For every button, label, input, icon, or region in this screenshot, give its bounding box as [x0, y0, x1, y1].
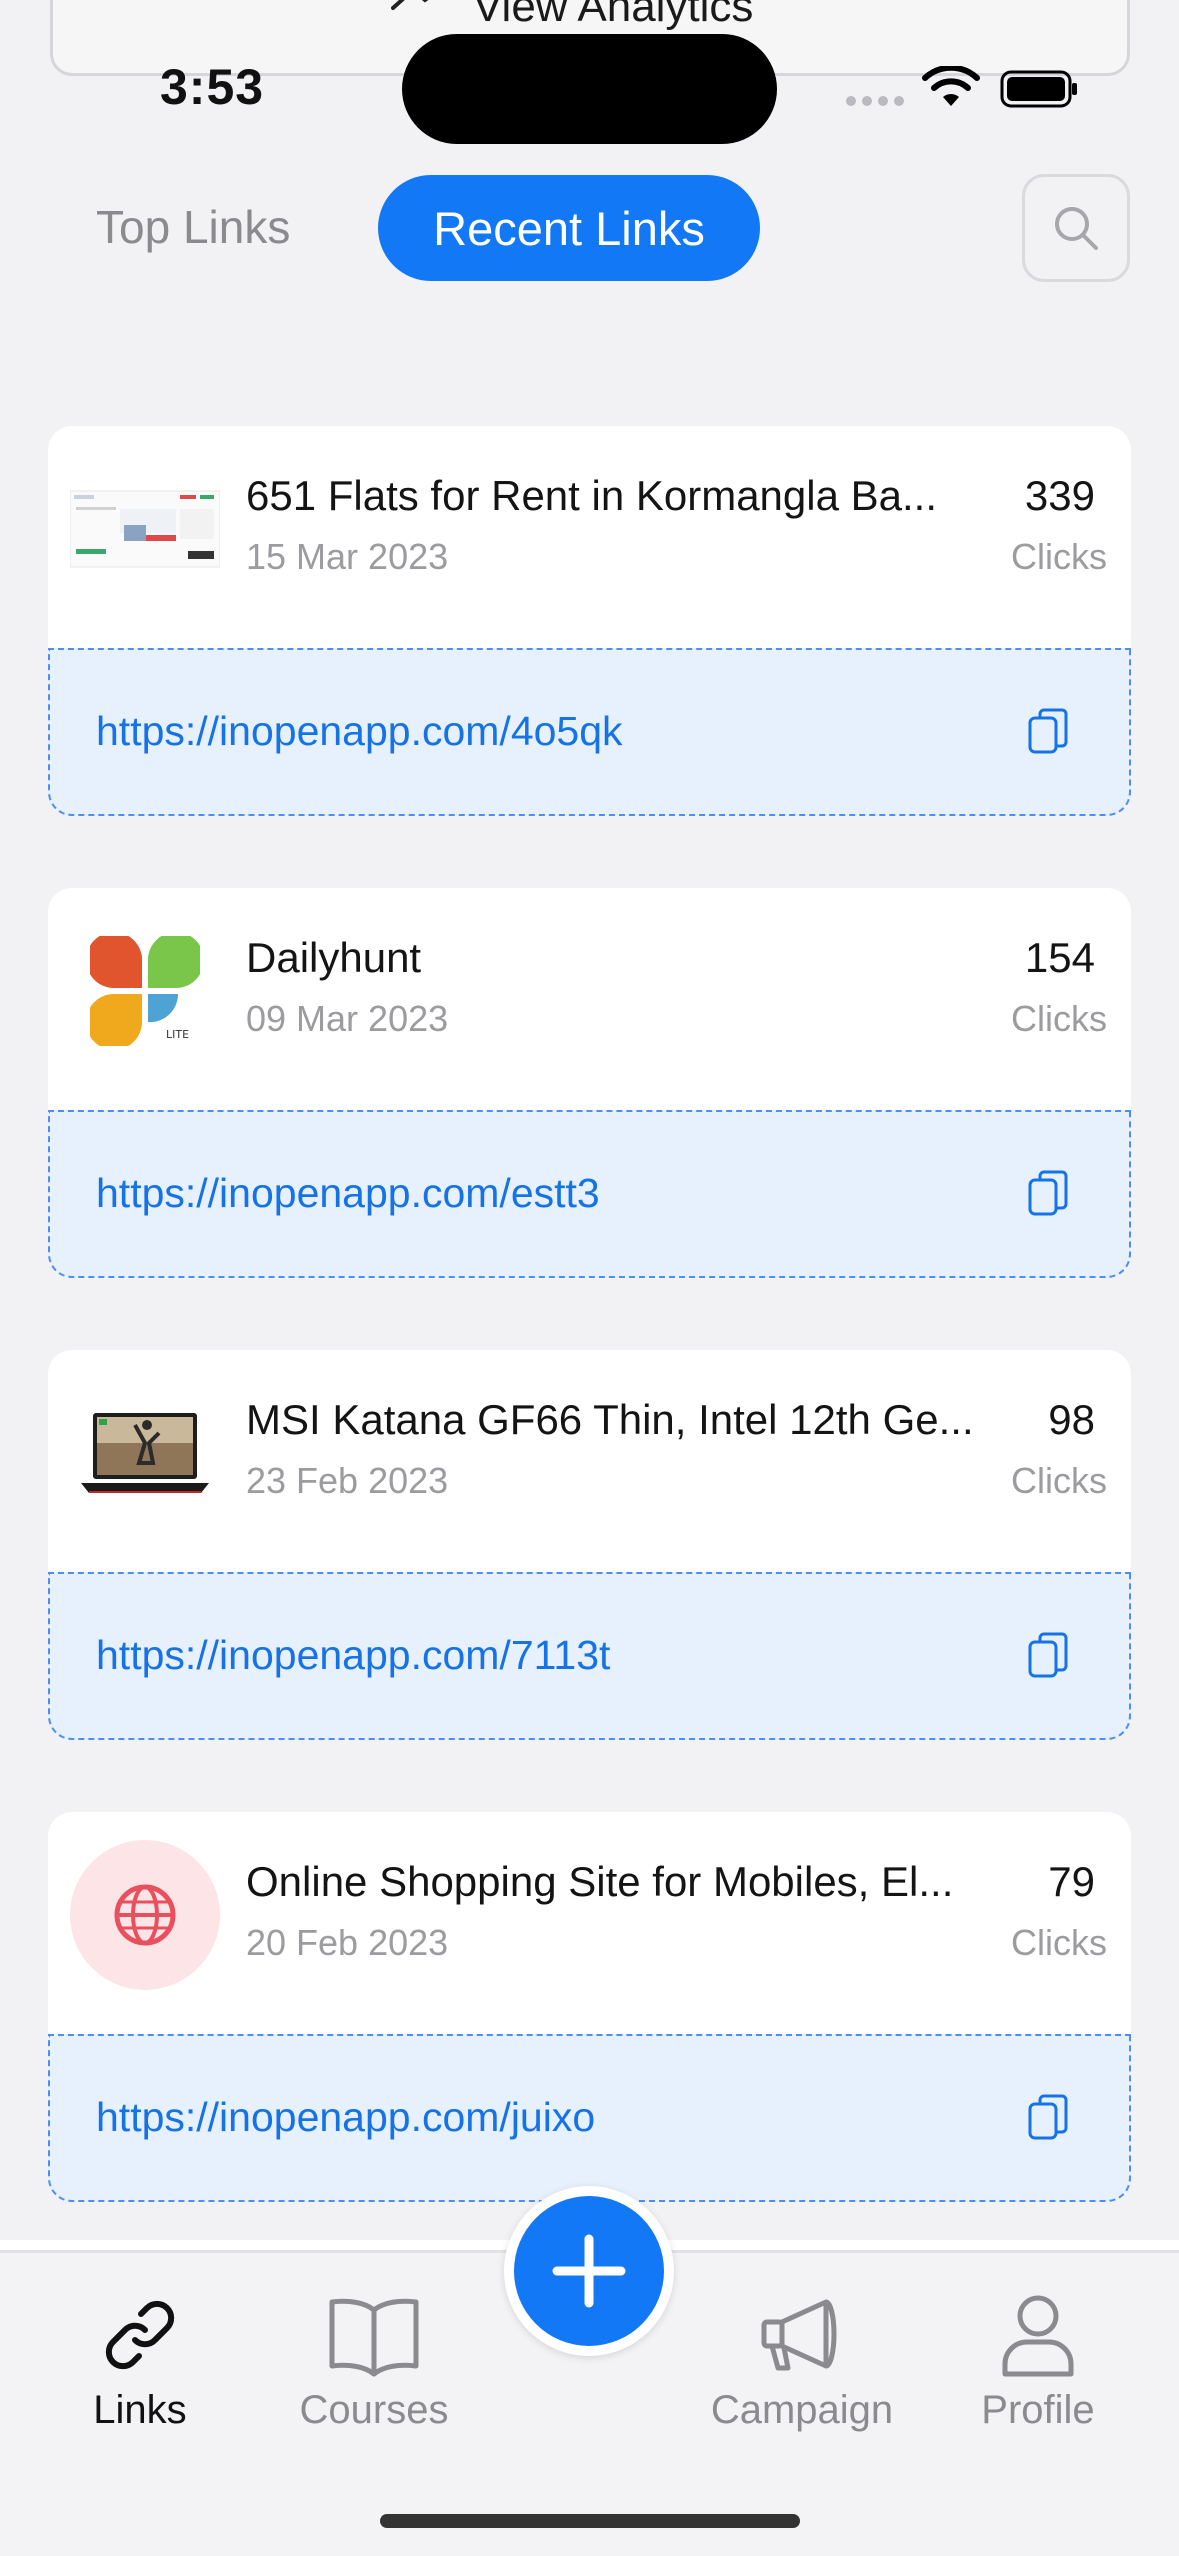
home-indicator[interactable]	[380, 2514, 800, 2528]
nav-links[interactable]: Links	[30, 2290, 250, 2433]
clicks-label: Clicks	[1011, 1922, 1107, 1963]
search-button[interactable]	[1022, 174, 1130, 282]
link-card[interactable]: 651 Flats for Rent in Kormangla Ba... 15…	[48, 426, 1131, 816]
short-link-box[interactable]: https://inopenapp.com/juixo	[48, 2034, 1131, 2202]
link-title: Online Shopping Site for Mobiles, El...	[246, 1858, 954, 1905]
link-date: 09 Mar 2023	[246, 998, 449, 1039]
view-analytics-label: View Analytics	[473, 0, 754, 31]
link-date: 15 Mar 2023	[246, 536, 449, 577]
add-link-button[interactable]	[504, 2186, 674, 2356]
screen: View Analytics 3:53 Top Links Recent Lin…	[0, 0, 1179, 2556]
tab-recent-links[interactable]: Recent Links	[378, 175, 760, 281]
link-title: Dailyhunt	[246, 934, 422, 981]
link-date: 23 Feb 2023	[246, 1460, 449, 1501]
click-count: 79	[1048, 1858, 1095, 1905]
dynamic-island	[402, 34, 777, 144]
clicks-label: Clicks	[1011, 998, 1107, 1039]
copy-icon[interactable]	[1027, 1170, 1071, 1220]
short-link-box[interactable]: https://inopenapp.com/4o5qk	[48, 648, 1131, 816]
click-count: 154	[1024, 934, 1095, 981]
nav-profile[interactable]: Profile	[928, 2290, 1148, 2433]
signal-icon	[846, 96, 906, 106]
click-count: 98	[1048, 1396, 1095, 1443]
nav-label-campaign: Campaign	[710, 2388, 894, 2432]
trend-icon	[391, 0, 429, 10]
battery-icon	[1000, 70, 1077, 108]
short-url[interactable]: https://inopenapp.com/4o5qk	[96, 708, 623, 755]
megaphone-icon	[761, 2299, 837, 2371]
copy-icon[interactable]	[1027, 1632, 1071, 1682]
link-date: 20 Feb 2023	[246, 1922, 449, 1963]
short-link-box[interactable]: https://inopenapp.com/7113t	[48, 1572, 1131, 1740]
link-card[interactable]: MSI Katana GF66 Thin, Intel 12th Ge... 2…	[48, 1350, 1131, 1740]
laptop-thumbnail	[70, 1378, 220, 1528]
link-card[interactable]: Online Shopping Site for Mobiles, El... …	[48, 1812, 1131, 2202]
clicks-label: Clicks	[1011, 1460, 1107, 1501]
click-count: 339	[1024, 472, 1095, 519]
link-card[interactable]: LITE Dailyhunt 09 Mar 2023 154 Clicks ht…	[48, 888, 1131, 1278]
link-title: MSI Katana GF66 Thin, Intel 12th Ge...	[246, 1396, 974, 1443]
short-url[interactable]: https://inopenapp.com/7113t	[96, 1632, 610, 1679]
dailyhunt-logo: LITE	[70, 916, 220, 1066]
tab-top-links[interactable]: Top Links	[96, 200, 290, 254]
nav-label-links: Links	[93, 2388, 187, 2432]
short-url[interactable]: https://inopenapp.com/juixo	[96, 2094, 595, 2141]
link-thumbnail	[70, 454, 220, 604]
user-icon	[1002, 2295, 1074, 2377]
copy-icon[interactable]	[1027, 2094, 1071, 2144]
search-icon	[1055, 207, 1098, 250]
short-link-box[interactable]: https://inopenapp.com/estt3	[48, 1110, 1131, 1278]
wifi-icon	[922, 66, 980, 106]
copy-icon[interactable]	[1027, 708, 1071, 758]
nav-label-profile: Profile	[981, 2388, 1095, 2432]
nav-label-courses: Courses	[299, 2388, 449, 2432]
globe-thumbnail	[70, 1840, 220, 1990]
nav-campaign[interactable]: Campaign	[692, 2290, 912, 2433]
link-title: 651 Flats for Rent in Kormangla Ba...	[246, 472, 938, 519]
status-time: 3:53	[160, 59, 265, 115]
svg-text:LITE: LITE	[166, 1028, 189, 1041]
nav-courses[interactable]: Courses	[264, 2290, 484, 2433]
clicks-label: Clicks	[1011, 536, 1107, 577]
book-icon	[329, 2298, 419, 2377]
short-url[interactable]: https://inopenapp.com/estt3	[96, 1170, 600, 1217]
plus-icon	[552, 2234, 626, 2308]
link-icon	[105, 2300, 175, 2370]
